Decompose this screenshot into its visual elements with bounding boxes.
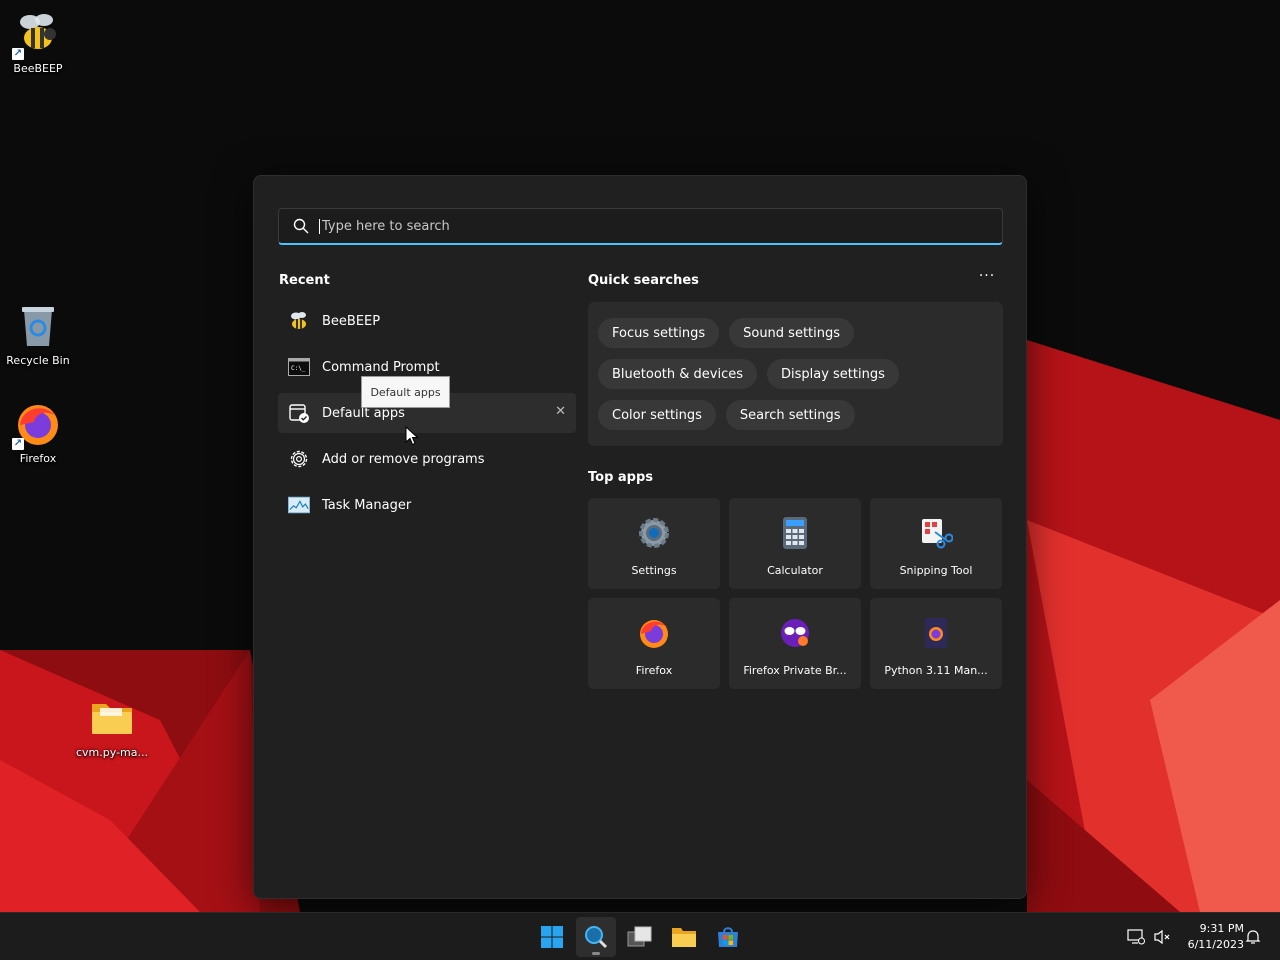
file-explorer-button[interactable] (664, 917, 704, 957)
top-apps-title: Top apps (588, 470, 654, 485)
chip-bluetooth-devices[interactable]: Bluetooth & devices (598, 359, 757, 389)
mouse-cursor-icon (405, 426, 419, 446)
top-apps-grid: Settings Calculator Snipping Tool Firefo… (588, 498, 1003, 689)
tooltip: Default apps (361, 376, 450, 408)
recycle-bin-icon (14, 302, 62, 350)
beebeep-icon (288, 310, 310, 332)
recent-item-label: BeeBEEP (322, 313, 381, 329)
chip-row: Color settings Search settings (598, 400, 993, 430)
search-icon (585, 926, 608, 949)
calculator-icon (778, 516, 812, 550)
search-input[interactable] (319, 218, 979, 234)
chip-search-settings[interactable]: Search settings (725, 400, 855, 430)
desktop-icon-recycle-bin[interactable]: Recycle Bin (0, 302, 76, 367)
more-options-button[interactable]: ··· (976, 269, 998, 288)
python-manual-icon (919, 616, 953, 650)
firefox-icon (637, 616, 671, 650)
chip-display-settings[interactable]: Display settings (766, 359, 899, 389)
store-icon (718, 927, 738, 947)
recent-list: BeeBEEP C:\_ Command Prompt Default apps… (278, 301, 576, 531)
remove-from-recent-button[interactable]: ✕ (555, 404, 566, 419)
app-tile-calculator[interactable]: Calculator (729, 498, 861, 589)
app-tile-label: Firefox (635, 664, 673, 677)
desktop-icon-beebeep[interactable]: ↗ BeeBEEP (0, 10, 76, 75)
quick-searches-title: Quick searches (588, 273, 699, 288)
app-tile-label: Calculator (767, 564, 823, 577)
recent-item-task-manager[interactable]: Task Manager (278, 485, 576, 525)
notification-icon[interactable] (1243, 927, 1263, 947)
desktop-icon-label: BeeBEEP (13, 62, 63, 75)
desktop-icon-firefox[interactable]: ↗ Firefox (0, 400, 76, 465)
command-prompt-icon: C:\_ (288, 356, 310, 378)
system-clock[interactable]: 9:31 PM 6/11/2023 (1178, 921, 1244, 953)
search-panel: Recent BeeBEEP C:\_ (253, 175, 1027, 899)
windows-logo-icon (541, 926, 563, 948)
firefox-private-icon (778, 616, 812, 650)
clock-date: 6/11/2023 (1187, 938, 1244, 951)
quick-searches-box: Focus settings Sound settings Bluetooth … (588, 302, 1003, 446)
search-icon (293, 218, 309, 234)
app-tile-label: Python 3.11 Man... (884, 664, 988, 677)
volume-muted-icon[interactable] (1152, 927, 1172, 947)
app-tile-firefox-private[interactable]: Firefox Private Br... (729, 598, 861, 689)
default-apps-icon (288, 402, 310, 424)
taskbar: 9:31 PM 6/11/2023 (0, 912, 1280, 960)
task-manager-icon (288, 494, 310, 516)
recent-title: Recent (279, 273, 330, 288)
app-tile-label: Snipping Tool (899, 564, 973, 577)
recent-item-label: Add or remove programs (322, 451, 485, 467)
chip-sound-settings[interactable]: Sound settings (729, 318, 855, 348)
app-tile-firefox[interactable]: Firefox (588, 598, 720, 689)
desktop-icon-folder[interactable]: cvm.py-ma... (74, 694, 150, 759)
chip-row: Focus settings Sound settings (598, 318, 993, 348)
bee-icon: ↗ (12, 10, 62, 60)
task-view-icon (627, 926, 652, 947)
folder-icon (88, 694, 136, 742)
app-tile-label: Firefox Private Br... (743, 664, 847, 677)
app-tile-snipping-tool[interactable]: Snipping Tool (870, 498, 1002, 589)
chip-focus-settings[interactable]: Focus settings (598, 318, 720, 348)
recent-item-beebeep[interactable]: BeeBEEP (278, 301, 576, 341)
app-tile-settings[interactable]: Settings (588, 498, 720, 589)
svg-text:C:\_: C:\_ (291, 365, 306, 372)
desktop-icon-label: Firefox (19, 452, 57, 465)
desktop-icon-label: Recycle Bin (6, 354, 70, 367)
shortcut-arrow-icon: ↗ (12, 48, 24, 60)
desktop-icon-label: cvm.py-ma... (76, 746, 148, 759)
search-box[interactable] (278, 208, 1003, 245)
recent-item-label: Task Manager (322, 497, 412, 513)
chip-color-settings[interactable]: Color settings (598, 400, 716, 430)
settings-icon (637, 516, 671, 550)
gear-icon (288, 448, 310, 470)
app-tile-python-manual[interactable]: Python 3.11 Man... (870, 598, 1002, 689)
firefox-icon: ↗ (12, 400, 62, 450)
search-taskbar-button[interactable] (576, 917, 616, 957)
folder-icon (672, 928, 696, 947)
clock-time: 9:31 PM (1199, 922, 1244, 935)
snipping-tool-icon (919, 516, 953, 550)
network-icon[interactable] (1126, 927, 1146, 947)
microsoft-store-button[interactable] (708, 917, 748, 957)
shortcut-arrow-icon: ↗ (12, 438, 24, 450)
app-tile-label: Settings (631, 564, 677, 577)
recent-item-add-remove-programs[interactable]: Add or remove programs (278, 439, 576, 479)
recent-item-label: Command Prompt (322, 359, 440, 375)
chip-row: Bluetooth & devices Display settings (598, 359, 993, 389)
task-view-button[interactable] (620, 917, 660, 957)
start-button[interactable] (532, 917, 572, 957)
